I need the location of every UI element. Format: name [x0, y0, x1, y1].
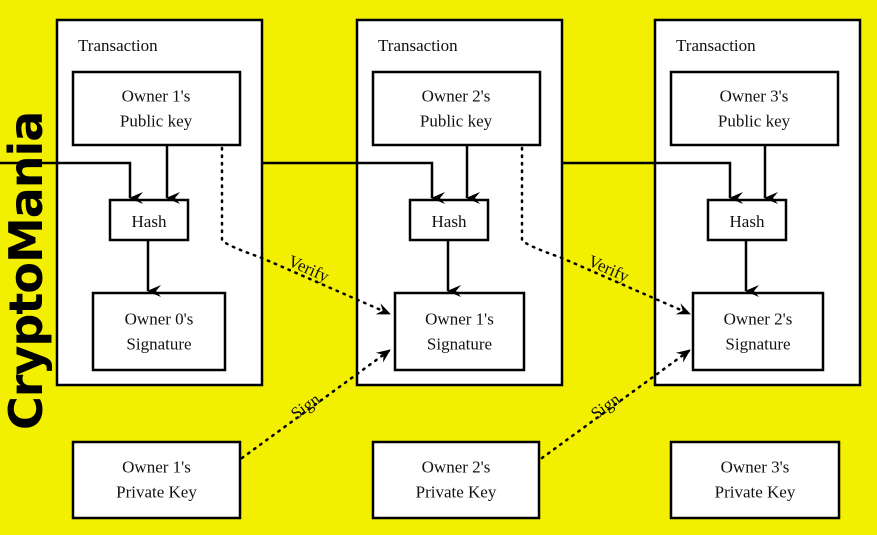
sign-label: Sign: [587, 389, 624, 423]
hash-box: Hash: [706, 198, 788, 242]
public-key-label-line: Owner 1's: [122, 87, 191, 106]
hash-label: Hash: [432, 212, 467, 231]
verify-label: Verify: [285, 251, 332, 286]
hash-label: Hash: [132, 212, 167, 231]
verify-label: Verify: [585, 251, 632, 286]
hash-box: Hash: [108, 198, 190, 242]
transaction-1: Transaction Owner 1's Public key Hash Owner …: [55, 18, 264, 387]
signature-box: Owner 0's Signature: [91, 291, 227, 372]
private-key-rect: [371, 440, 541, 520]
signature-label-line: Owner 2's: [724, 310, 793, 329]
signature-label-line: Signature: [126, 335, 191, 354]
private-key-label-line: Owner 1's: [122, 458, 191, 477]
private-key-label-line: Owner 2's: [422, 458, 491, 477]
signature-label-line: Owner 1's: [425, 310, 494, 329]
transaction-2: Transaction Owner 2's Public key Hash Owner …: [355, 18, 564, 387]
private-key-box-3: Owner 3's Private Key: [669, 440, 841, 520]
private-key-rect: [669, 440, 841, 520]
public-key-label-line: Public key: [718, 112, 791, 131]
public-key-rect: [71, 70, 242, 147]
signature-box: Owner 2's Signature: [691, 291, 825, 372]
public-key-rect: [371, 70, 542, 147]
signature-rect: [91, 291, 227, 372]
private-key-label-line: Owner 3's: [721, 458, 790, 477]
transaction-title: Transaction: [676, 36, 756, 55]
public-key-label-line: Owner 3's: [720, 87, 789, 106]
blockchain-diagram: CryptoMania Transaction Owner 1's Public k…: [0, 18, 862, 520]
private-key-label-line: Private Key: [416, 483, 497, 502]
private-key-rect: [71, 440, 242, 520]
signature-label-line: Owner 0's: [125, 310, 194, 329]
transaction-3: Transaction Owner 3's Public key Hash Owner …: [653, 18, 862, 387]
hash-label: Hash: [730, 212, 765, 231]
transaction-title: Transaction: [78, 36, 158, 55]
private-key-box-1: Owner 1's Private Key: [71, 440, 242, 520]
public-key-label-line: Owner 2's: [422, 87, 491, 106]
signature-label-line: Signature: [725, 335, 790, 354]
private-key-label-line: Private Key: [116, 483, 197, 502]
public-key-label-line: Public key: [420, 112, 493, 131]
public-key-rect: [669, 70, 840, 147]
public-key-label-line: Public key: [120, 112, 193, 131]
signature-rect: [691, 291, 825, 372]
private-key-label-line: Private Key: [715, 483, 796, 502]
transaction-title: Transaction: [378, 36, 458, 55]
sign-label: Sign: [287, 389, 324, 423]
private-key-box-2: Owner 2's Private Key: [371, 440, 541, 520]
hash-box: Hash: [408, 198, 490, 242]
signature-box: Owner 1's Signature: [393, 291, 526, 372]
public-key-box: Owner 2's Public key: [371, 70, 542, 147]
public-key-box: Owner 1's Public key: [71, 70, 242, 147]
signature-rect: [393, 291, 526, 372]
signature-label-line: Signature: [427, 335, 492, 354]
brand-logo: CryptoMania: [0, 112, 53, 430]
public-key-box: Owner 3's Public key: [669, 70, 840, 147]
